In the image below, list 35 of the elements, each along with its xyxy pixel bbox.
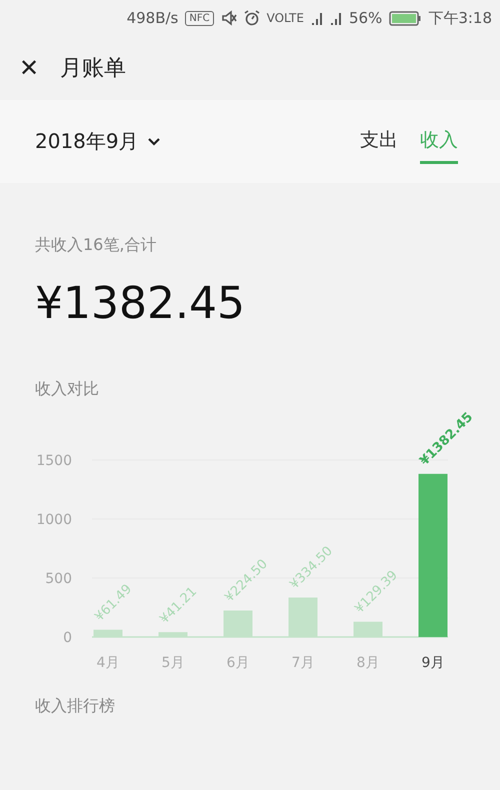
axis-category-label: 6月: [226, 655, 250, 671]
axis-category-label: 7月: [292, 655, 314, 671]
summary-caption: 共收入16笔,合计: [35, 235, 158, 256]
axis-tick-label: 0: [63, 630, 72, 646]
battery-icon: [389, 10, 422, 26]
network-speed: 498B/s: [126, 9, 178, 27]
bar[interactable]: [94, 630, 122, 637]
chevron-down-icon: [146, 136, 161, 146]
axis-category-label: 4月: [96, 655, 120, 671]
bar[interactable]: [418, 474, 448, 637]
section-title: 收入对比: [35, 379, 100, 400]
alarm-icon: [244, 10, 260, 26]
page-title: 月账单: [60, 55, 126, 83]
mute-icon: [220, 10, 237, 26]
signal-icon: [310, 10, 323, 26]
battery-percentage: 56%: [348, 9, 382, 27]
clock: 下午3:18: [428, 8, 492, 28]
axis-category-label: 9月: [422, 655, 444, 671]
total-amount: ¥1382.45: [35, 278, 246, 329]
bar[interactable]: [354, 622, 382, 637]
volte-indicator: VOLTE: [266, 11, 304, 25]
section-title: 收入排行榜: [35, 696, 116, 717]
axis-category-label: 8月: [356, 655, 380, 671]
signal-icon: [330, 10, 342, 26]
axis-tick-label: 1000: [36, 512, 72, 528]
axis-category-label: 5月: [162, 655, 184, 671]
axis-tick-label: 1500: [36, 453, 72, 469]
nfc-indicator: NFC: [185, 10, 214, 26]
close-button[interactable]: ✕: [16, 54, 42, 82]
bar[interactable]: [224, 610, 252, 637]
bar[interactable]: [288, 598, 318, 637]
axis-tick-label: 500: [45, 571, 72, 587]
month-selector[interactable]: 2018年9月: [35, 128, 161, 155]
tab[interactable]: 支出: [360, 119, 398, 164]
bar[interactable]: [158, 632, 188, 637]
